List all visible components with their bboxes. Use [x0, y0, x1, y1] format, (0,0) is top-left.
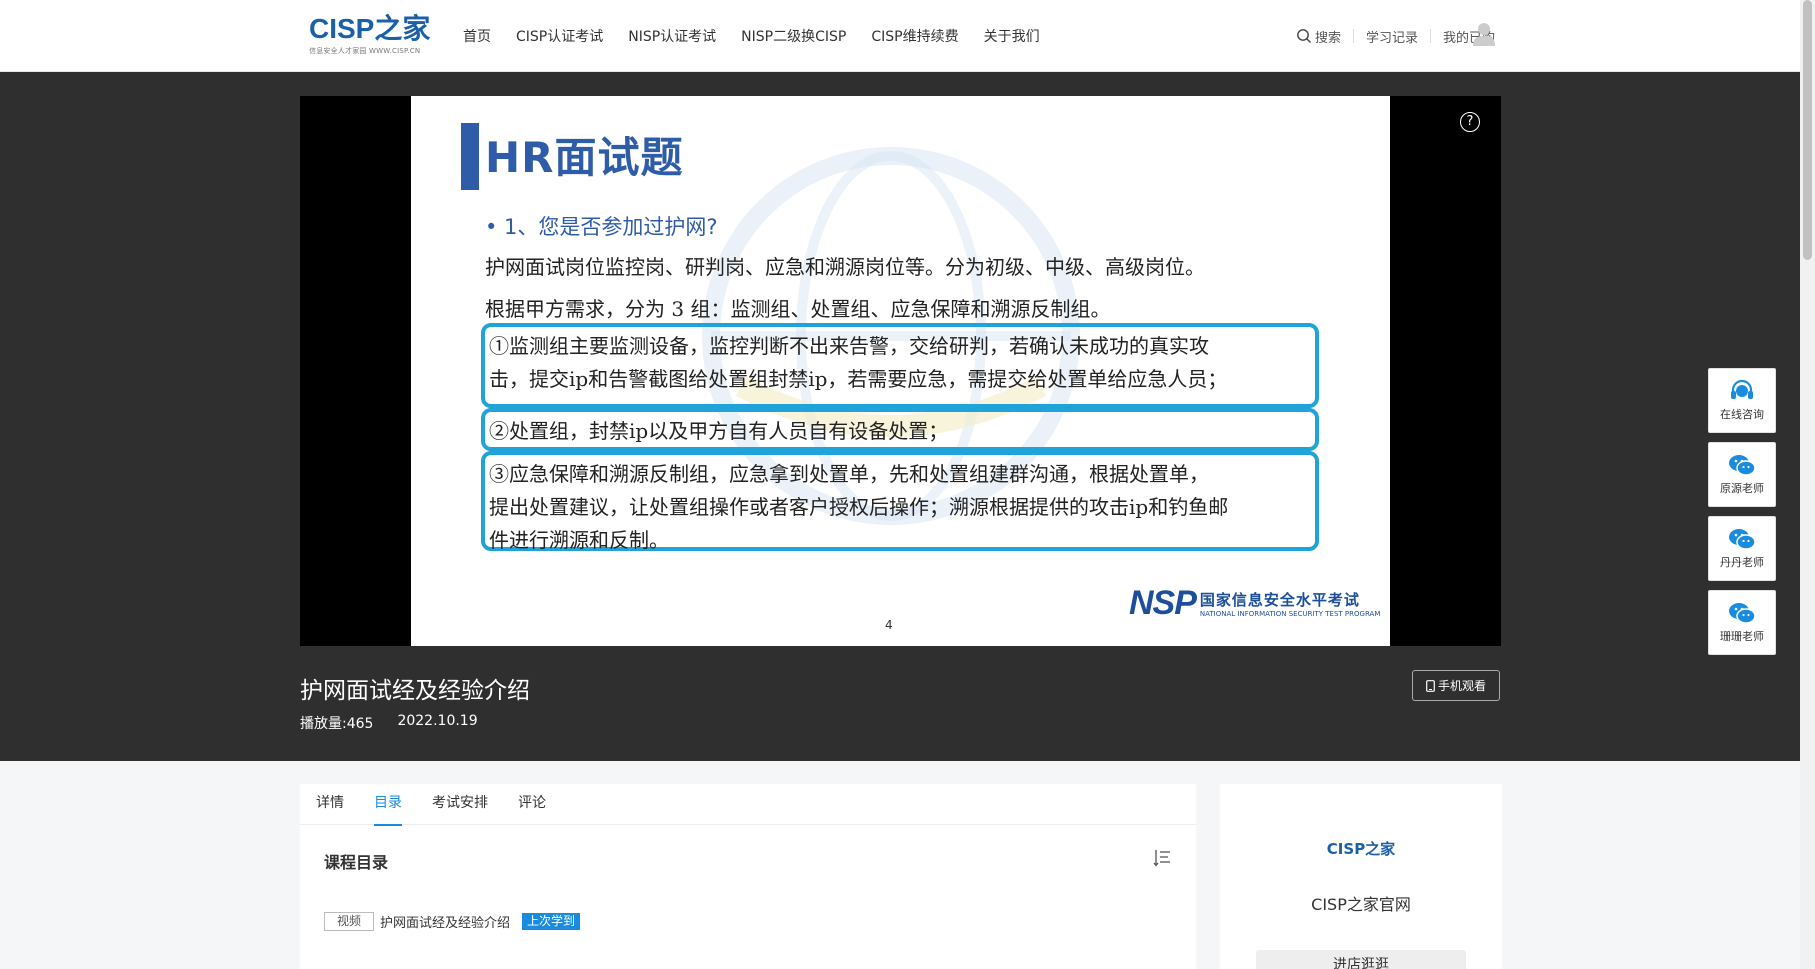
box-line: ②处置组，封禁ip以及甲方自有人员自有设备处置；: [489, 419, 949, 443]
box-line: ①监测组主要监测设备，监控判断不出来告警，交给研判，若确认未成功的真实攻: [489, 334, 1209, 358]
mobile-watch-label: 手机观看: [1437, 679, 1486, 693]
search-button[interactable]: 搜索: [1296, 27, 1341, 46]
nav-nisp2-to-cisp[interactable]: NISP二级换CISP: [741, 26, 846, 46]
slide-box-emergency: ③应急保障和溯源反制组，应急拿到处置单，先和处置组建群沟通，根据处置单， 提出处…: [481, 451, 1319, 552]
top-header: CISP之家 信息安全人才家园 WWW.CISP.CN 首页 CISP认证考试 …: [0, 0, 1800, 72]
course-panel: 详情 目录 考试安排 评论 课程目录 视频 护网面试经及经验介绍 上次学到: [300, 784, 1196, 969]
float-label: 在线咨询: [1720, 408, 1764, 421]
slide-page-number: 4: [885, 618, 893, 632]
store-panel: CISP之家 CISP之家官网 进店逛逛: [1220, 784, 1502, 969]
nav-cisp-exam[interactable]: CISP认证考试: [516, 26, 603, 46]
slide-question: • 1、您是否参加过护网?: [485, 215, 718, 239]
video-meta: 播放量:465 2022.10.19: [300, 713, 478, 733]
wechat-icon: [1729, 603, 1756, 624]
nisp-logo-cn: 国家信息安全水平考试: [1199, 591, 1360, 609]
video-title: 护网面试经及经验介绍: [300, 678, 530, 704]
float-label: 丹丹老师: [1720, 556, 1764, 569]
help-icon[interactable]: ?: [1460, 112, 1480, 132]
wechat-icon: [1729, 529, 1756, 550]
video-frame-slide: HR面试题 • 1、您是否参加过护网? 护网面试岗位监控岗、研判岗、应急和溯源岗…: [411, 96, 1390, 646]
visit-store-button[interactable]: 进店逛逛: [1256, 950, 1466, 969]
title-accent-bar: [461, 123, 479, 190]
slide-box-handling: ②处置组，封禁ip以及甲方自有人员自有设备处置；: [481, 408, 1319, 451]
store-name: CISP之家官网: [1311, 895, 1411, 914]
online-consult-button[interactable]: 在线咨询: [1708, 368, 1776, 433]
user-avatar-icon[interactable]: [1472, 21, 1496, 47]
tab-details[interactable]: 详情: [316, 784, 344, 824]
video-tag: 视频: [324, 912, 375, 931]
nav-cisp-renewal[interactable]: CISP维持续费: [871, 26, 958, 46]
tab-comments[interactable]: 评论: [518, 784, 546, 824]
header-actions: 搜索 学习记录 我的已购: [1296, 0, 1495, 72]
nav-about[interactable]: 关于我们: [984, 26, 1040, 46]
catalog-item[interactable]: 视频 护网面试经及经验介绍 上次学到: [324, 912, 581, 931]
nisp-logo: NSP 国家信息安全水平考试 NATIONAL INFORMATION SECU…: [1129, 584, 1380, 623]
play-count: 播放量:465: [300, 716, 374, 732]
box-line: 击，提交ip和告警截图给处置组封禁ip，若需要应急，需提交给处置单给应急人员；: [489, 367, 1228, 391]
wechat-teacher-yuan-button[interactable]: 原源老师: [1708, 442, 1776, 507]
float-label: 珊珊老师: [1720, 630, 1764, 643]
box-line: 提出处置建议，让处置组操作或者客户授权后操作；溯源根据提供的攻击ip和钓鱼邮: [489, 495, 1229, 519]
slide-title: HR面试题: [485, 133, 684, 182]
nisp-logo-en: NATIONAL INFORMATION SECURITY TEST PROGR…: [1199, 610, 1381, 618]
wechat-teacher-shan-button[interactable]: 珊珊老师: [1708, 590, 1776, 655]
slide-box-monitoring: ①监测组主要监测设备，监控判断不出来告警，交给研判，若确认未成功的真实攻 击，提…: [481, 323, 1319, 408]
catalog-item-title: 护网面试经及经验介绍: [380, 916, 511, 931]
study-history-link[interactable]: 学习记录: [1366, 27, 1418, 46]
last-studied-badge: 上次学到: [522, 913, 581, 930]
logo-text: CISP之家: [309, 13, 431, 44]
tab-exam-schedule[interactable]: 考试安排: [432, 784, 488, 824]
site-logo[interactable]: CISP之家 信息安全人才家园 WWW.CISP.CN: [309, 14, 434, 58]
logo-subtitle: 信息安全人才家园 WWW.CISP.CN: [309, 47, 421, 55]
search-icon: [1297, 29, 1311, 43]
nisp-logo-mark: NSP: [1129, 584, 1197, 622]
search-label: 搜索: [1314, 30, 1341, 46]
catalog-title: 课程目录: [324, 853, 389, 872]
nav-nisp-exam[interactable]: NISP认证考试: [628, 26, 716, 46]
slide-line-2: 根据甲方需求，分为 3 组：监测组、处置组、应急保障和溯源反制组。: [485, 297, 1111, 321]
float-label: 原源老师: [1720, 482, 1764, 495]
tab-catalog[interactable]: 目录: [374, 784, 402, 826]
nav-home[interactable]: 首页: [463, 26, 491, 46]
mobile-watch-button[interactable]: 手机观看: [1412, 670, 1500, 701]
wechat-teacher-dan-button[interactable]: 丹丹老师: [1708, 516, 1776, 581]
divider: [1352, 29, 1354, 43]
headset-icon: [1731, 379, 1753, 399]
course-tabs: 详情 目录 考试安排 评论: [300, 784, 1196, 826]
box-line: ③应急保障和溯源反制组，应急拿到处置单，先和处置组建群沟通，根据处置单，: [489, 462, 1209, 486]
publish-date: 2022.10.19: [397, 713, 478, 729]
divider: [1429, 29, 1431, 43]
wechat-icon: [1729, 455, 1756, 476]
main-nav: 首页 CISP认证考试 NISP认证考试 NISP二级换CISP CISP维持续…: [463, 0, 1065, 72]
box-line: 件进行溯源和反制。: [489, 528, 669, 552]
scrollbar-thumb[interactable]: [1803, 0, 1812, 260]
store-logo: CISP之家: [1326, 840, 1396, 858]
page-scrollbar[interactable]: [1800, 0, 1815, 969]
sort-icon[interactable]: [1152, 848, 1172, 868]
phone-icon: [1426, 679, 1435, 692]
slide-line-1: 护网面试岗位监控岗、研判岗、应急和溯源岗位等。分为初级、中级、高级岗位。: [485, 255, 1205, 279]
